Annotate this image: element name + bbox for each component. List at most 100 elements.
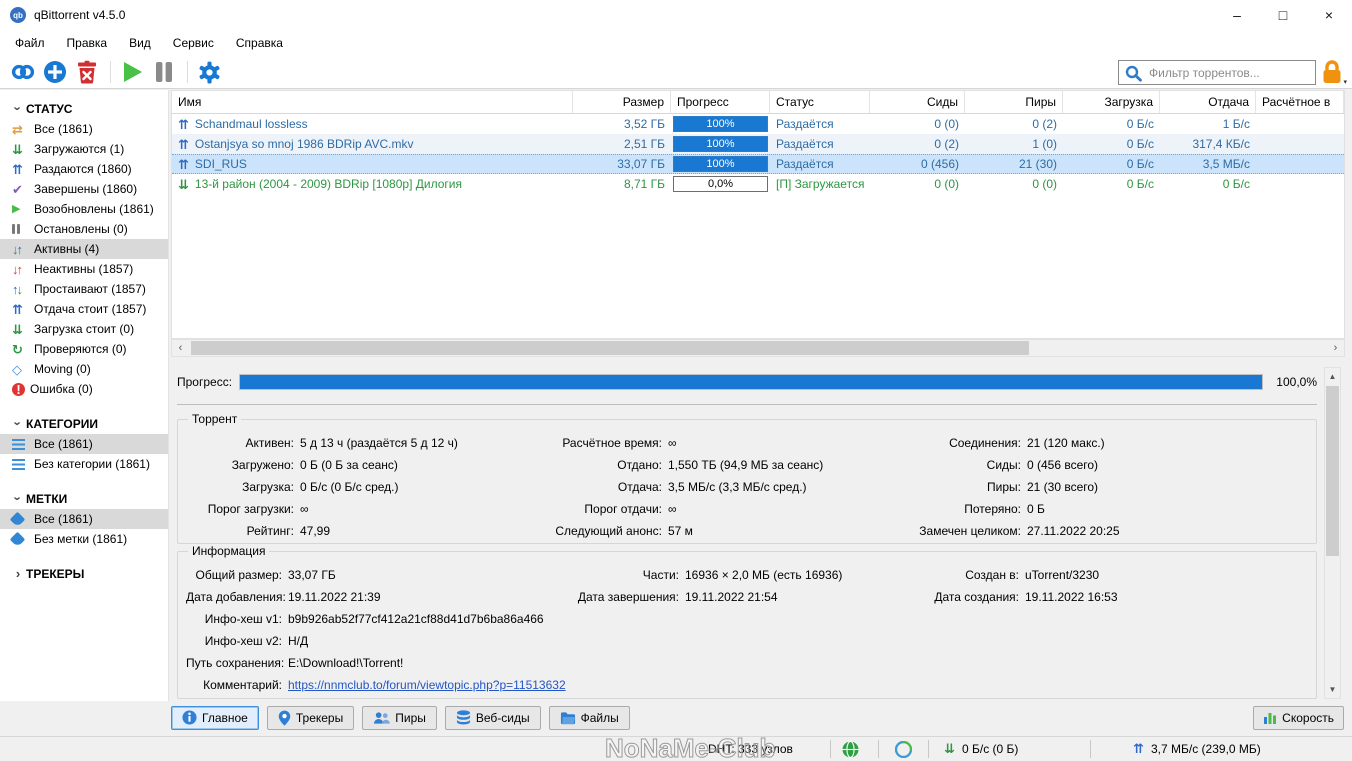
folder-icon bbox=[560, 711, 575, 724]
options-button[interactable] bbox=[194, 58, 224, 86]
sidebar-item-resumed[interactable]: Возобновлены (1861) bbox=[0, 199, 168, 219]
check-icon bbox=[12, 183, 29, 196]
menu-file[interactable]: Файл bbox=[4, 32, 56, 54]
sidebar-item-stalled-uploading[interactable]: Отдача стоит (1857) bbox=[0, 299, 168, 319]
download-speed-value[interactable]: 0 Б/с (0 Б) bbox=[962, 742, 1018, 756]
sidebar-item-all[interactable]: Все (1861) bbox=[0, 119, 168, 139]
sidebar-item-completed[interactable]: Завершены (1860) bbox=[0, 179, 168, 199]
download-icon bbox=[12, 323, 29, 336]
scroll-down-arrow-icon[interactable]: ▼ bbox=[1325, 681, 1340, 698]
resume-button[interactable] bbox=[117, 58, 147, 86]
menu-view[interactable]: Вид bbox=[118, 32, 162, 54]
table-horizontal-scrollbar[interactable]: ‹ › bbox=[171, 339, 1345, 357]
gear-icon bbox=[199, 61, 219, 83]
column-header-size[interactable]: Размер bbox=[573, 91, 671, 113]
info-hash-v2-value: Н/Д bbox=[288, 634, 309, 648]
details-vertical-scrollbar[interactable]: ▲ ▼ bbox=[1324, 367, 1341, 699]
column-header-status[interactable]: Статус bbox=[770, 91, 870, 113]
sidebar-category-uncategorized[interactable]: Без категории (1861) bbox=[0, 454, 168, 474]
toolbar-separator bbox=[110, 61, 111, 83]
sidebar-item-errored[interactable]: Ошибка (0) bbox=[0, 379, 168, 399]
download-icon bbox=[12, 143, 29, 156]
titlebar: qb qBittorrent v4.5.0 – □ × bbox=[0, 0, 1352, 30]
torrent-filter-input[interactable] bbox=[1145, 65, 1315, 80]
details-separator bbox=[177, 404, 1317, 405]
details-progress-label: Прогресс: bbox=[177, 375, 233, 389]
minimize-button[interactable]: – bbox=[1214, 0, 1260, 30]
sidebar-tag-all[interactable]: Все (1861) bbox=[0, 509, 168, 529]
play-icon bbox=[12, 204, 29, 215]
lock-button[interactable]: ▾ bbox=[1320, 59, 1347, 86]
lock-icon bbox=[1323, 60, 1341, 83]
globe-icon[interactable] bbox=[842, 741, 859, 758]
sidebar-item-downloading[interactable]: Загружаются (1) bbox=[0, 139, 168, 159]
error-icon bbox=[12, 382, 25, 396]
tab-peers[interactable]: Пиры bbox=[362, 705, 437, 730]
sidebar-category-all[interactable]: Все (1861) bbox=[0, 434, 168, 454]
refresh-icon bbox=[12, 343, 29, 356]
tags-section-header[interactable]: › МЕТКИ bbox=[0, 488, 168, 509]
pause-icon bbox=[156, 62, 172, 82]
tab-files[interactable]: Файлы bbox=[548, 705, 630, 730]
stalled-arrows-icon bbox=[12, 283, 29, 296]
progress-cell: 0,0% bbox=[671, 175, 770, 193]
details-progress-bar bbox=[239, 374, 1263, 390]
table-row-selected[interactable]: SDI_RUS 33,07 ГБ 100% Раздаётся 0 (456) … bbox=[172, 154, 1344, 174]
menu-edit[interactable]: Правка bbox=[56, 32, 119, 54]
column-header-upload[interactable]: Отдача bbox=[1160, 91, 1256, 113]
scrollbar-thumb[interactable] bbox=[191, 341, 1029, 355]
column-header-eta[interactable]: Расчётное в bbox=[1256, 91, 1344, 113]
diamond-icon bbox=[12, 363, 29, 376]
speed-widget-button[interactable]: Скорость bbox=[1253, 706, 1344, 730]
column-header-name[interactable]: Имя bbox=[172, 91, 573, 113]
add-torrent-link-button[interactable] bbox=[8, 58, 38, 86]
comment-link[interactable]: https://nnmclub.to/forum/viewtopic.php?p… bbox=[288, 678, 1308, 692]
pause-button[interactable] bbox=[149, 58, 179, 86]
upload-speed-value[interactable]: 3,7 МБ/с (239,0 МБ) bbox=[1151, 742, 1261, 756]
connection-status-icon[interactable] bbox=[895, 741, 912, 758]
column-header-peers[interactable]: Пиры bbox=[965, 91, 1063, 113]
status-section-header[interactable]: › СТАТУС bbox=[0, 98, 168, 119]
table-row[interactable]: Schandmaul lossless 3,52 ГБ 100% Раздаёт… bbox=[172, 114, 1344, 134]
search-icon bbox=[1125, 65, 1142, 82]
tag-icon bbox=[9, 511, 29, 527]
column-header-seeds[interactable]: Сиды bbox=[870, 91, 965, 113]
menu-help[interactable]: Справка bbox=[225, 32, 294, 54]
sidebar-item-stalled-downloading[interactable]: Загрузка стоит (0) bbox=[0, 319, 168, 339]
sidebar-item-active[interactable]: Активны (4) bbox=[0, 239, 168, 259]
filters-sidebar: › СТАТУС Все (1861) Загружаются (1) Разд… bbox=[0, 90, 169, 701]
details-progress-value: 100,0% bbox=[1276, 375, 1317, 389]
column-header-download[interactable]: Загрузка bbox=[1063, 91, 1160, 113]
tab-trackers[interactable]: Трекеры bbox=[266, 705, 355, 730]
trash-icon bbox=[78, 60, 96, 84]
list-icon bbox=[12, 458, 29, 470]
sidebar-item-inactive[interactable]: Неактивны (1857) bbox=[0, 259, 168, 279]
scroll-up-arrow-icon[interactable]: ▲ bbox=[1325, 368, 1340, 385]
tab-webseeds[interactable]: Веб-сиды bbox=[444, 705, 541, 730]
sidebar-item-seeding[interactable]: Раздаются (1860) bbox=[0, 159, 168, 179]
categories-section-header[interactable]: › КАТЕГОРИИ bbox=[0, 413, 168, 434]
scrollbar-thumb[interactable] bbox=[1326, 386, 1339, 556]
watermark: NoNaMe-Club bbox=[604, 733, 776, 761]
menu-tools[interactable]: Сервис bbox=[162, 32, 225, 54]
sidebar-item-paused[interactable]: Остановлены (0) bbox=[0, 219, 168, 239]
table-header-row: Имя Размер Прогресс Статус Сиды Пиры Заг… bbox=[172, 91, 1344, 114]
column-header-progress[interactable]: Прогресс bbox=[671, 91, 770, 113]
maximize-button[interactable]: □ bbox=[1260, 0, 1306, 30]
sidebar-item-stalled[interactable]: Простаивают (1857) bbox=[0, 279, 168, 299]
app-logo-icon: qb bbox=[10, 7, 26, 23]
tab-general[interactable]: Главное bbox=[171, 705, 259, 730]
scroll-right-arrow-icon[interactable]: › bbox=[1327, 340, 1344, 356]
table-row[interactable]: Ostanjsya so mnoj 1986 BDRip AVC.mkv 2,5… bbox=[172, 134, 1344, 154]
info-hash-v1-value: b9b926ab52f77cf412a21cf88d41d7b6ba86a466 bbox=[288, 612, 544, 626]
sidebar-item-moving[interactable]: Moving (0) bbox=[0, 359, 168, 379]
sidebar-tag-untagged[interactable]: Без метки (1861) bbox=[0, 529, 168, 549]
table-row[interactable]: 13-й район (2004 - 2009) BDRip [1080p] Д… bbox=[172, 174, 1344, 194]
delete-torrent-button[interactable] bbox=[72, 58, 102, 86]
scroll-left-arrow-icon[interactable]: ‹ bbox=[172, 340, 189, 356]
trackers-section-header[interactable]: › ТРЕКЕРЫ bbox=[0, 563, 168, 584]
close-button[interactable]: × bbox=[1306, 0, 1352, 30]
sidebar-item-checking[interactable]: Проверяются (0) bbox=[0, 339, 168, 359]
add-torrent-file-button[interactable] bbox=[40, 58, 70, 86]
upload-speed-icon: ⇈ bbox=[1133, 741, 1144, 756]
